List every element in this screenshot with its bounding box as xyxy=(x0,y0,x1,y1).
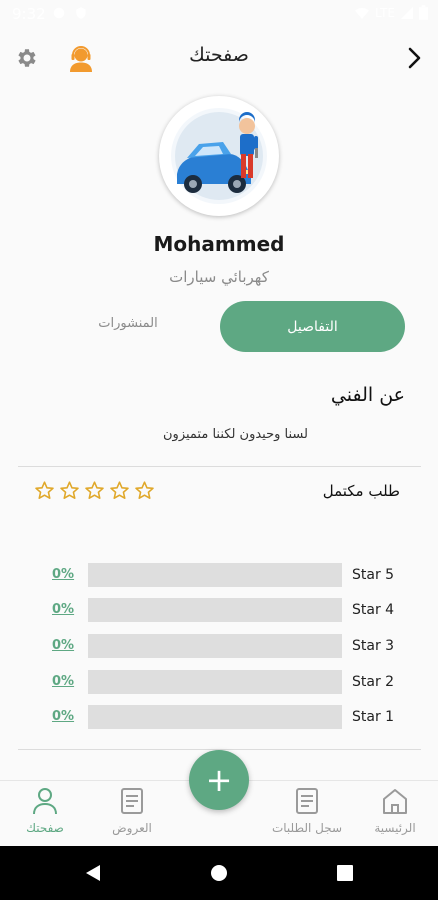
nav-item-order-history[interactable]: سجل الطلبات xyxy=(262,787,352,835)
divider xyxy=(18,466,421,467)
person-icon xyxy=(33,788,57,815)
star-outline-icon xyxy=(135,481,154,499)
star-outline-icon xyxy=(60,481,79,499)
recents-square-icon[interactable] xyxy=(337,865,353,881)
rating-percent[interactable]: 0% xyxy=(52,567,74,582)
document-icon xyxy=(121,788,143,814)
gear-status-icon xyxy=(53,7,65,19)
rating-row-star2: 0% Star 2 xyxy=(0,670,438,696)
status-bar: 9:32 LTE xyxy=(0,0,438,30)
rating-bar xyxy=(88,634,342,658)
add-button[interactable]: + xyxy=(189,750,249,810)
star-outline-icon xyxy=(110,481,129,499)
rating-label: Star 3 xyxy=(352,638,395,654)
nav-label: الرئيسية xyxy=(374,821,416,835)
about-text: لسنا وحيدون لكننا متميزون xyxy=(163,427,308,442)
rating-row-star3: 0% Star 3 xyxy=(0,634,438,660)
nav-item-home[interactable]: الرئيسية xyxy=(350,787,438,835)
chevron-right-icon xyxy=(408,47,421,69)
star-outline-icon xyxy=(85,481,104,499)
profile-profession: كهربائي سيارات xyxy=(169,268,269,286)
nav-item-offers[interactable]: العروض xyxy=(87,787,177,835)
rating-row-star4: 0% Star 4 xyxy=(0,598,438,624)
app-header: صفحتك xyxy=(0,30,438,86)
rating-bar xyxy=(88,670,342,694)
system-nav-bar xyxy=(0,846,438,900)
status-right: LTE xyxy=(355,5,428,20)
document-icon xyxy=(296,788,318,814)
back-button[interactable] xyxy=(400,44,428,72)
rating-label: Star 2 xyxy=(352,674,395,690)
tab-details[interactable]: التفاصيل xyxy=(220,301,405,352)
page-title: صفحتك xyxy=(189,44,249,66)
rating-label: Star 1 xyxy=(352,709,395,725)
mechanic-car-illustration xyxy=(171,108,267,204)
signal-icon xyxy=(401,6,413,19)
status-icons xyxy=(52,6,88,20)
rating-percent[interactable]: 0% xyxy=(52,674,74,689)
completed-requests-label: طلب مكتمل xyxy=(322,482,400,500)
rating-percent[interactable]: 0% xyxy=(52,638,74,653)
network-label: LTE xyxy=(375,5,395,20)
rating-label: Star 5 xyxy=(352,567,395,583)
home-icon xyxy=(383,789,407,814)
rating-bar xyxy=(88,563,342,587)
avatar[interactable] xyxy=(159,96,279,216)
rating-percent[interactable]: 0% xyxy=(52,709,74,724)
nav-label: صفحتك xyxy=(26,821,64,835)
back-triangle-icon[interactable] xyxy=(84,864,102,882)
star-outline-icon xyxy=(35,481,54,499)
rating-bar xyxy=(88,705,342,729)
nav-label: العروض xyxy=(112,821,152,835)
home-circle-icon[interactable] xyxy=(210,864,228,882)
about-title: عن الفني xyxy=(330,384,405,406)
battery-icon xyxy=(419,5,428,20)
rating-bar xyxy=(88,598,342,622)
nav-label: سجل الطلبات xyxy=(271,821,343,835)
rating-stars xyxy=(34,480,155,501)
status-time: 9:32 xyxy=(12,5,46,23)
rating-label: Star 4 xyxy=(352,602,395,618)
shield-icon xyxy=(76,7,86,19)
profile-name: Mohammed xyxy=(153,232,285,256)
rating-row-star1: 0% Star 1 xyxy=(0,705,438,731)
rating-row-star5: 0% Star 5 xyxy=(0,563,438,589)
wifi-icon xyxy=(355,7,370,19)
rating-percent[interactable]: 0% xyxy=(52,602,74,617)
tab-posts[interactable]: المنشورات xyxy=(78,316,178,331)
nav-item-profile[interactable]: صفحتك xyxy=(0,787,90,835)
